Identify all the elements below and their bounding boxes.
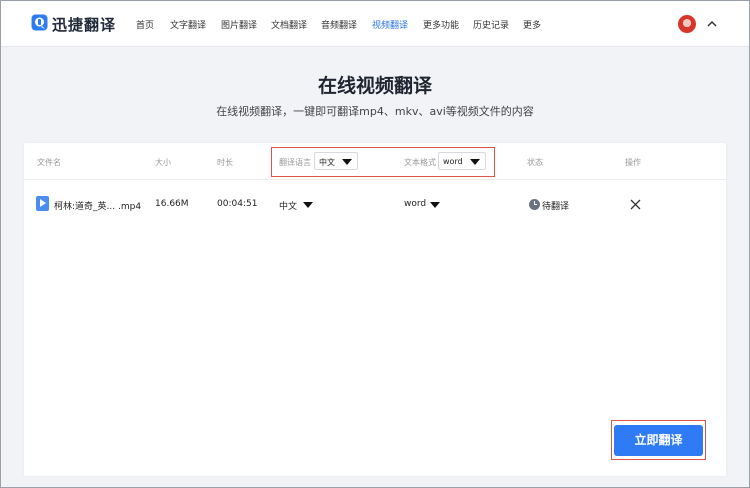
page-subtitle: 在线视频翻译，一键即可翻译mp4、mkv、avi等视频文件的内容	[216, 105, 534, 118]
batch-format-select[interactable]: word	[438, 152, 486, 170]
dropdown-caret-icon	[342, 159, 352, 165]
dropdown-caret-icon[interactable]	[303, 202, 313, 208]
dropdown-caret-icon	[470, 159, 480, 165]
nav-item-history[interactable]: 历史记录	[473, 18, 509, 31]
batch-language-select[interactable]: 中文	[314, 152, 358, 170]
batch-language-value: 中文	[319, 158, 335, 167]
nav-item-more[interactable]: 更多	[523, 18, 541, 31]
batch-format-value: word	[443, 157, 463, 166]
top-nav-bar: 迅捷翻译 首页 文字翻译 图片翻译 文档翻译 音频翻译 视频翻译 更多功能 历史…	[1, 1, 749, 47]
column-header-target-language: 翻译语言	[279, 158, 311, 167]
page-title: 在线视频翻译	[317, 75, 432, 97]
table-row: 柯林:道奇_英... .mp4 16.66M 00:04:51 中文 word …	[24, 180, 726, 228]
column-header-size: 大小	[155, 158, 171, 167]
nav-item-text-translate[interactable]: 文字翻译	[170, 18, 206, 31]
nav-item-home[interactable]: 首页	[136, 18, 154, 31]
row-format-select[interactable]: word	[404, 199, 426, 209]
nav-item-image-translate[interactable]: 图片翻译	[221, 18, 257, 31]
row-language-select[interactable]: 中文	[279, 199, 297, 212]
chevron-up-icon[interactable]	[706, 19, 718, 29]
file-duration: 00:04:51	[217, 199, 258, 209]
nav-item-more-features[interactable]: 更多功能	[423, 18, 459, 31]
table-header: 文件名 大小 时长 翻译语言 中文 文本格式 word 状态 操作	[24, 143, 726, 180]
file-name: 柯林:道奇_英... .mp4	[54, 202, 142, 212]
column-header-status: 状态	[527, 158, 543, 167]
app-logo-icon[interactable]	[31, 14, 48, 31]
nav-item-document-translate[interactable]: 文档翻译	[271, 18, 307, 31]
file-size: 16.66M	[155, 199, 189, 209]
row-status: 待翻译	[542, 202, 570, 212]
column-header-duration: 时长	[217, 158, 233, 167]
close-icon[interactable]	[630, 199, 641, 210]
video-file-icon	[36, 196, 49, 211]
clock-icon	[529, 199, 540, 210]
nav-item-audio-translate[interactable]: 音频翻译	[321, 18, 357, 31]
avatar[interactable]	[678, 15, 696, 33]
translate-now-button[interactable]: 立即翻译	[614, 425, 703, 456]
column-header-text-format: 文本格式	[404, 158, 436, 167]
app-name[interactable]: 迅捷翻译	[52, 14, 116, 35]
column-header-actions: 操作	[625, 158, 641, 167]
nav-item-video-translate[interactable]: 视频翻译	[372, 18, 408, 31]
dropdown-caret-icon[interactable]	[430, 202, 440, 208]
column-header-filename: 文件名	[37, 158, 61, 167]
